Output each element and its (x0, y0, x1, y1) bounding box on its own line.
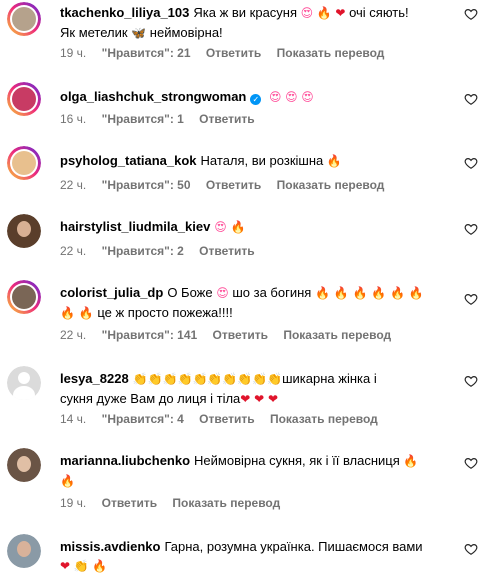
fire-emoji: 🔥 🔥 🔥 🔥 🔥 🔥 (314, 286, 424, 300)
reply-button[interactable]: Ответить (213, 328, 268, 342)
comment-meta: 14 ч. "Нравится": 4 Ответить Показать пе… (60, 412, 390, 426)
timestamp: 22 ч. (60, 244, 87, 258)
fire-emoji: 🔥 (316, 6, 332, 20)
heart-outline-icon[interactable] (464, 456, 478, 470)
reply-button[interactable]: Ответить (102, 496, 157, 510)
avatar[interactable] (7, 2, 41, 36)
avatar[interactable] (7, 366, 41, 400)
clapping-emoji: 👏 (73, 559, 89, 573)
verified-badge-icon: ✓ (250, 94, 262, 105)
avatar[interactable] (7, 214, 41, 248)
likes-count[interactable]: "Нравится": 50 (102, 178, 191, 192)
likes-count[interactable]: "Нравится": 2 (102, 244, 184, 258)
red-heart-emoji: ❤ (60, 559, 71, 573)
likes-count[interactable]: "Нравится": 21 (102, 46, 191, 60)
timestamp: 19 ч. (60, 46, 87, 60)
translate-button[interactable]: Показать перевод (277, 46, 385, 60)
comment-meta: 22 ч. "Нравится": 141 Ответить Показать … (60, 328, 403, 342)
avatar[interactable] (7, 534, 41, 568)
reply-button[interactable]: Ответить (206, 46, 261, 60)
heart-outline-icon[interactable] (464, 542, 478, 556)
butterfly-emoji: 🦋 (131, 26, 147, 40)
comment-text: missis.avdienko Гарна, розумна українка. … (60, 539, 423, 573)
comment-text: colorist_julia_dp О Боже 😍 шо за богиня 🔥… (60, 285, 424, 320)
timestamp: 14 ч. (60, 412, 87, 426)
heart-outline-icon[interactable] (464, 292, 478, 306)
heart-eyes-emoji: 😍 (269, 90, 282, 104)
heart-outline-icon[interactable] (464, 7, 478, 21)
username[interactable]: olga_liashchuk_strongwoman (60, 89, 246, 104)
comment-text: lesya_8228 👏👏👏👏👏👏👏👏👏👏шикарна жінка і сукн… (60, 371, 377, 406)
reply-button[interactable]: Ответить (199, 412, 254, 426)
heart-eyes-emoji: 😍 (300, 6, 314, 20)
reply-button[interactable]: Ответить (199, 112, 254, 126)
comment-meta: 19 ч. Ответить Показать перевод (60, 496, 292, 510)
username[interactable]: lesya_8228 (60, 371, 129, 386)
timestamp: 19 ч. (60, 496, 87, 510)
heart-eyes-emoji: 😍 (301, 90, 314, 104)
comment-text: tkachenko_liliya_103 Яка ж ви красуня 😍 🔥… (60, 5, 409, 40)
heart-eyes-emoji: 😍 (285, 90, 298, 104)
fire-emoji: 🔥 (60, 474, 75, 488)
avatar[interactable] (7, 82, 41, 116)
comment-meta: 19 ч. "Нравится": 21 Ответить Показать п… (60, 46, 396, 60)
heart-outline-icon[interactable] (464, 222, 478, 236)
fire-emoji: 🔥 🔥 (60, 306, 94, 320)
fire-emoji: 🔥 (230, 220, 246, 234)
username[interactable]: tkachenko_liliya_103 (60, 5, 189, 20)
comment-text: psyholog_tatiana_kok Наталя, ви розкішна … (60, 153, 342, 168)
fire-emoji: 🔥 (92, 559, 108, 573)
heart-outline-icon[interactable] (464, 374, 478, 388)
comment-text: hairstylist_liudmila_kiev 😍 🔥 (60, 217, 450, 237)
heart-outline-icon[interactable] (464, 156, 478, 170)
reply-button[interactable]: Ответить (199, 244, 254, 258)
comment-meta: 22 ч. "Нравится": 50 Ответить Показать п… (60, 178, 396, 192)
likes-count[interactable]: "Нравится": 141 (102, 328, 198, 342)
heart-eyes-emoji: 😍 (216, 286, 229, 300)
username[interactable]: missis.avdienko (60, 539, 160, 554)
red-heart-emoji: ❤ ❤ ❤ (240, 392, 279, 406)
avatar[interactable] (7, 280, 41, 314)
comment-text: marianna.liubchenko Неймовірна сукня, як … (60, 453, 419, 488)
translate-button[interactable]: Показать перевод (172, 496, 280, 510)
timestamp: 22 ч. (60, 178, 87, 192)
timestamp: 16 ч. (60, 112, 87, 126)
comment-meta: 22 ч. "Нравится": 2 Ответить (60, 244, 267, 258)
avatar[interactable] (7, 146, 41, 180)
fire-emoji: 🔥 (326, 154, 342, 168)
comment-text: olga_liashchuk_strongwoman ✓ 😍 😍 😍 (60, 87, 450, 107)
reply-button[interactable]: Ответить (206, 178, 261, 192)
username[interactable]: psyholog_tatiana_kok (60, 153, 197, 168)
comment-meta: 16 ч. "Нравится": 1 Ответить (60, 112, 267, 126)
timestamp: 22 ч. (60, 328, 87, 342)
heart-outline-icon[interactable] (464, 92, 478, 106)
username[interactable]: marianna.liubchenko (60, 453, 190, 468)
avatar[interactable] (7, 448, 41, 482)
username[interactable]: hairstylist_liudmila_kiev (60, 219, 210, 234)
translate-button[interactable]: Показать перевод (270, 412, 378, 426)
username[interactable]: colorist_julia_dp (60, 285, 163, 300)
fire-emoji: 🔥 (403, 454, 419, 468)
heart-eyes-emoji: 😍 (214, 220, 227, 234)
likes-count[interactable]: "Нравится": 1 (102, 112, 184, 126)
clapping-emoji: 👏👏👏👏👏👏👏👏👏👏 (132, 372, 283, 386)
likes-count[interactable]: "Нравится": 4 (102, 412, 184, 426)
translate-button[interactable]: Показать перевод (283, 328, 391, 342)
red-heart-emoji: ❤ (335, 6, 346, 20)
translate-button[interactable]: Показать перевод (277, 178, 385, 192)
